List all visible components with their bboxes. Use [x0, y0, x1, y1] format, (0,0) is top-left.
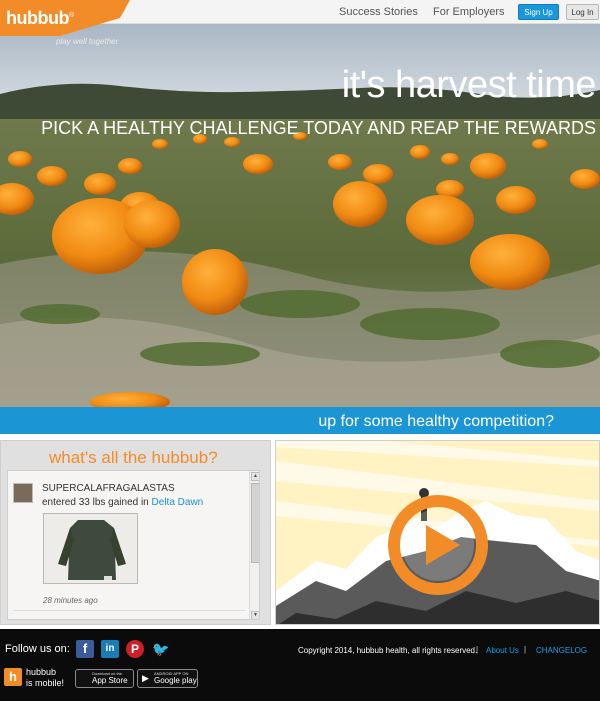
mobile-label-line1: hubbub [26, 667, 57, 677]
facebook-icon[interactable]: f [76, 640, 94, 658]
feed-challenge-link[interactable]: Delta Dawn [152, 497, 204, 508]
divider [13, 610, 245, 611]
hero-banner: it's harvest time PICK A HEALTHY CHALLEN… [0, 24, 600, 408]
scroll-down-arrow-icon[interactable]: ▼ [251, 611, 259, 619]
google-play-button[interactable]: ▶ ANDROID APP ON Google play [137, 669, 198, 688]
hubbub-logo[interactable]: hubbub® [0, 0, 130, 36]
logo-tagline: play well together [56, 37, 119, 46]
footer-separator: | [524, 645, 527, 654]
changelog-link[interactable]: CHANGELOG [536, 646, 587, 655]
google-play-label: Google play [154, 676, 197, 685]
scroll-thumb[interactable] [251, 483, 259, 563]
activity-feed-panel: what's all the hubbub? SUPERCALAFRAGALAS… [0, 440, 271, 625]
hero-title: it's harvest time [341, 64, 597, 106]
hubbub-app-icon: h [4, 668, 22, 686]
jacket-photo-illustration [44, 514, 137, 583]
feed-timestamp: 28 minutes ago [43, 596, 98, 605]
play-icon[interactable] [388, 495, 488, 595]
logo-wordmark: hubbub® [6, 8, 74, 28]
site-footer: Follow us on: f in P 🐦 Copyright 2014, h… [0, 629, 600, 701]
intro-video-player[interactable] [275, 440, 600, 625]
feed-entry-text: entered 33 lbs gained in Delta Dawn [42, 497, 203, 508]
google-play-icon: ▶ [142, 673, 149, 683]
feed-photo[interactable] [43, 513, 138, 584]
scroll-up-arrow-icon[interactable]: ▲ [251, 472, 259, 481]
footer-separator: | [476, 645, 479, 654]
feed-title: what's all the hubbub? [49, 448, 218, 467]
nav-for-employers[interactable]: For Employers [433, 6, 505, 18]
about-us-link[interactable]: About Us [486, 646, 519, 655]
login-button[interactable]: Log In [566, 4, 599, 20]
linkedin-icon[interactable]: in [101, 640, 119, 658]
band-text: up for some healthy competition? [318, 413, 554, 430]
copyright-text: Copyright 2014, hubbub health, all right… [298, 646, 478, 655]
feed-username[interactable]: SUPERCALAFRAGALASTAS [42, 483, 175, 494]
feed-action-text: entered 33 lbs gained in [42, 497, 149, 508]
app-store-label: App Store [92, 676, 128, 685]
avatar[interactable] [13, 483, 33, 503]
twitter-icon[interactable]: 🐦 [152, 640, 170, 658]
feed-scrollbar[interactable]: ▲ ▼ [249, 471, 259, 619]
competition-band: up for some healthy competition? [0, 407, 600, 434]
feed-list[interactable]: SUPERCALAFRAGALASTAS entered 33 lbs gain… [7, 470, 260, 620]
nav-success-stories[interactable]: Success Stories [339, 6, 418, 18]
app-store-button[interactable]: Download on the App Store [75, 669, 134, 688]
hero-subtitle: PICK A HEALTHY CHALLENGE TODAY AND REAP … [41, 118, 596, 138]
follow-us-label: Follow us on: [5, 643, 70, 655]
signup-button[interactable]: Sign Up [518, 4, 559, 20]
mobile-label-line2: is mobile! [26, 678, 65, 688]
pinterest-icon[interactable]: P [126, 640, 144, 658]
